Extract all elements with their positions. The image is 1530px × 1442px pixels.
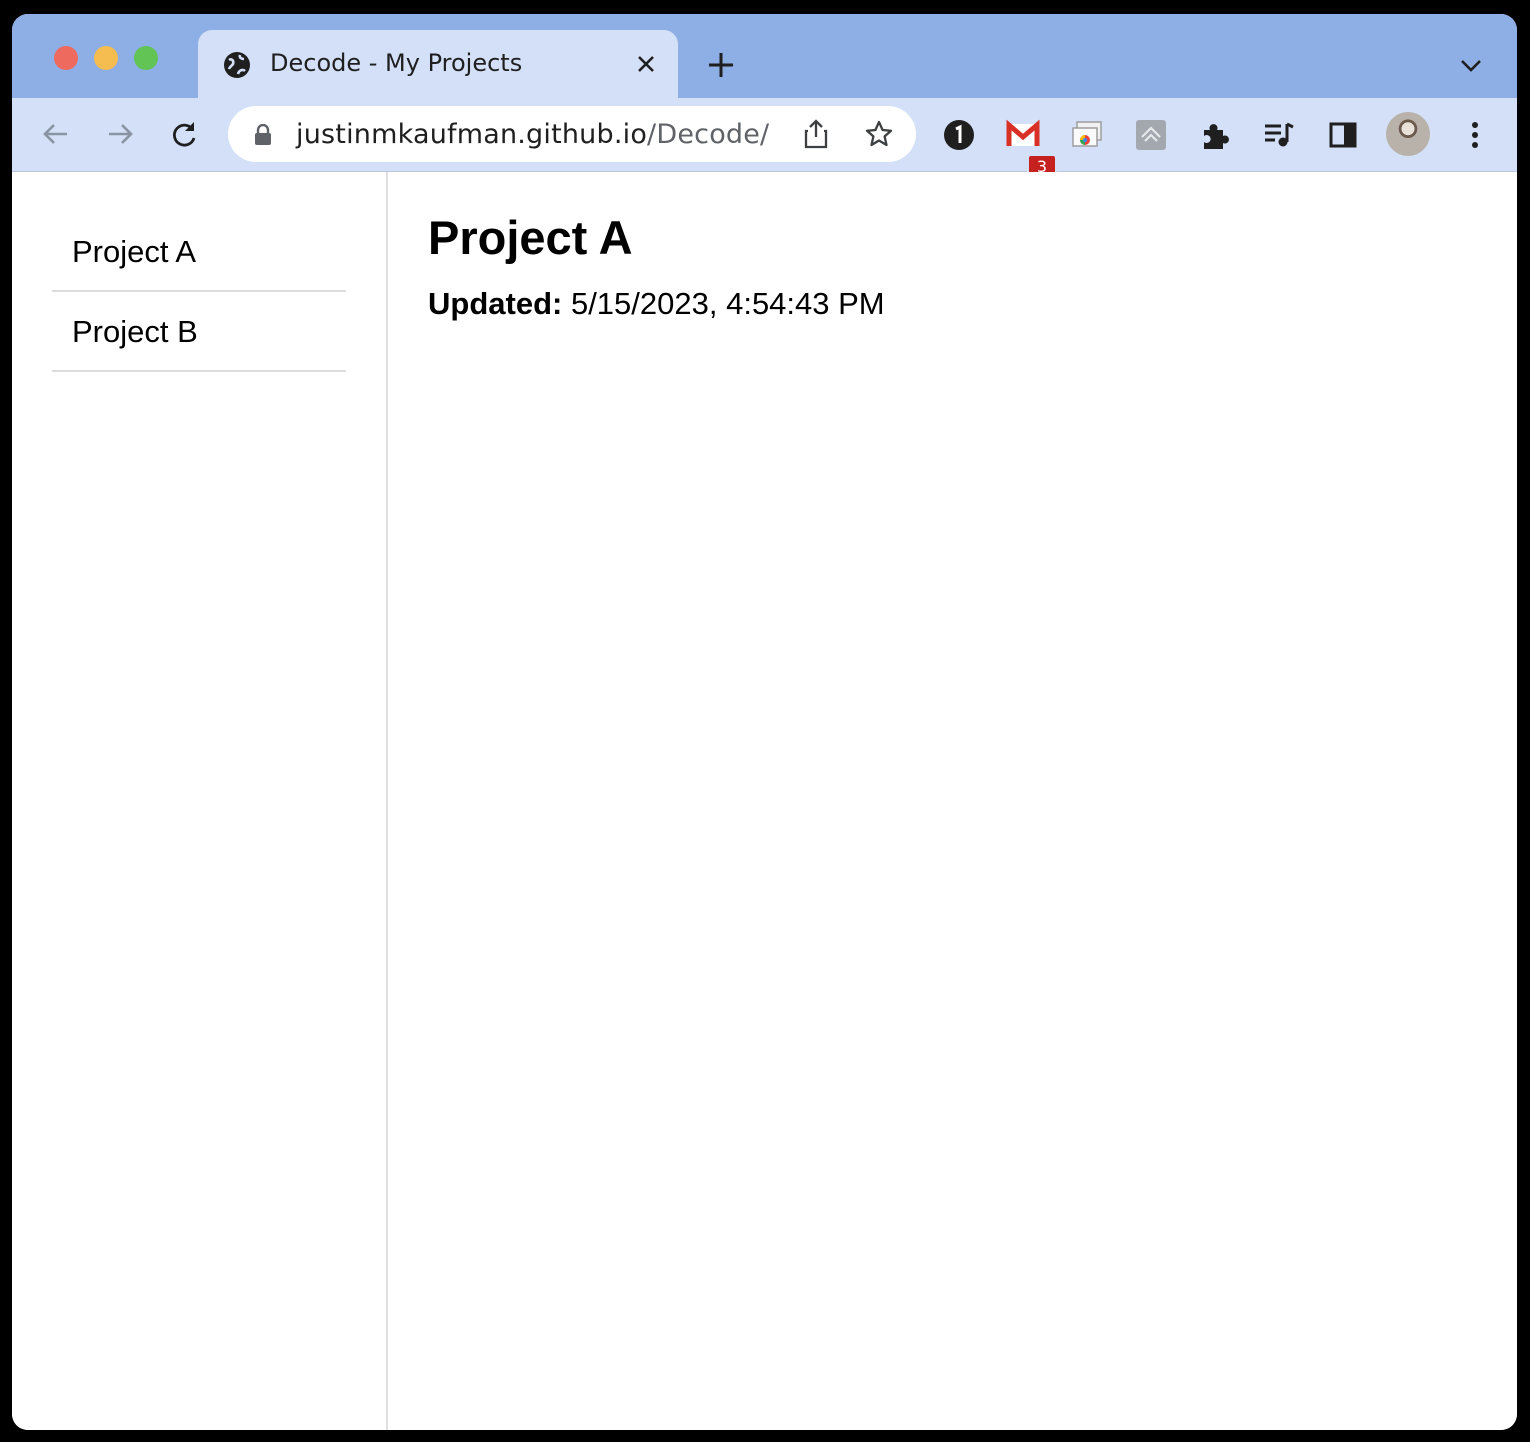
updated-label: Updated: [428,286,563,321]
avatar[interactable] [1386,112,1430,156]
sidebar-item-project-a[interactable]: Project A [52,212,346,292]
forward-arrow-icon[interactable] [104,118,136,150]
toggl-extension-icon[interactable] [1134,118,1168,152]
lock-icon[interactable] [254,124,272,146]
more-menu-icon[interactable] [1458,118,1492,152]
chevron-down-icon[interactable] [1458,54,1484,76]
globe-icon [224,52,250,78]
sidebar-item-label: Project B [72,314,198,349]
reload-icon[interactable] [168,118,200,150]
page-content: Project A Project B Project A Updated: 5… [12,172,1517,1430]
tab-strip: Decode - My Projects [12,14,1517,98]
url-path: /Decode/ [647,119,770,150]
address-bar[interactable]: justinmkaufman.github.io/Decode/ [228,106,916,162]
url-text[interactable]: justinmkaufman.github.io/Decode/ [296,119,769,150]
side-panel-icon[interactable] [1326,118,1360,152]
gmail-checker-icon[interactable] [1006,118,1040,152]
back-arrow-icon[interactable] [40,118,72,150]
browser-window: Decode - My Projects justinmkaufman.gith… [12,14,1517,1430]
1password-icon[interactable] [942,118,976,152]
close-icon[interactable] [634,52,658,76]
sidebar: Project A Project B [12,172,388,1430]
url-domain: justinmkaufman.github.io [296,119,648,150]
browser-toolbar: justinmkaufman.github.io/Decode/ 3 [12,98,1517,180]
updated-value: 5/15/2023, 4:54:43 PM [570,286,885,321]
window-maximize-button[interactable] [134,46,158,70]
extensions-puzzle-icon[interactable] [1198,118,1232,152]
window-minimize-button[interactable] [94,46,118,70]
sidebar-item-project-b[interactable]: Project B [52,292,346,372]
new-tab-plus-icon[interactable] [706,50,736,80]
sidebar-item-label: Project A [72,234,197,269]
share-icon[interactable] [802,119,830,149]
window-close-button[interactable] [54,46,78,70]
bookmark-star-icon[interactable] [864,119,894,149]
tab-decode[interactable]: Decode - My Projects [198,30,678,98]
tab-title: Decode - My Projects [270,49,523,77]
page-title: Project A [428,211,633,264]
updated-timestamp: Updated: 5/15/2023, 4:54:43 PM [428,286,885,322]
media-controls-icon[interactable] [1262,118,1296,152]
cast-tab-icon[interactable] [1070,118,1104,152]
